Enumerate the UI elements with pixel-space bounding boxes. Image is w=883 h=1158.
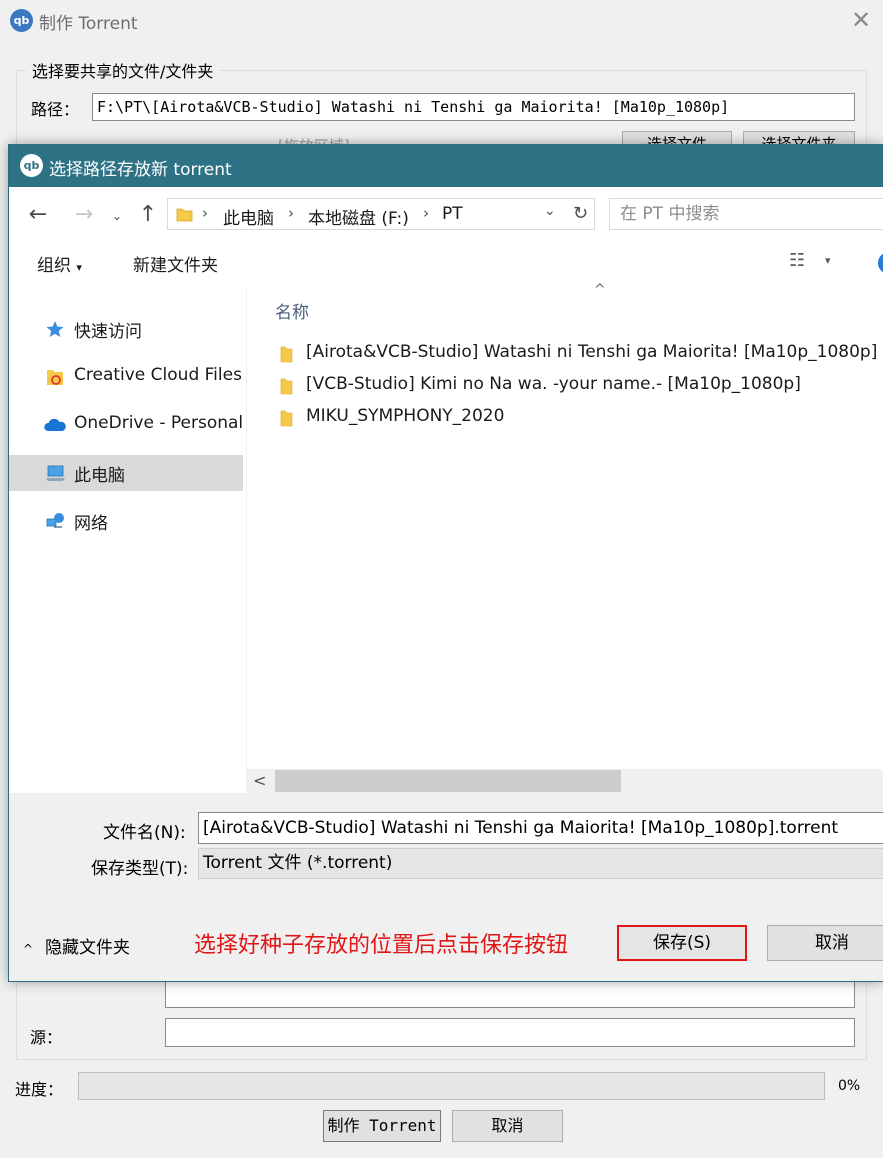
dialog-titlebar: qb 选择路径存放新 torrent	[9, 144, 883, 187]
file-list-pane: ^ 名称 [Airota&VCB-Studio] Watashi ni Tens…	[247, 282, 883, 793]
breadcrumb-separator: ›	[423, 204, 429, 222]
organize-label: 组织	[37, 256, 71, 276]
organize-caret-icon: ▾	[76, 261, 82, 274]
progress-bar	[78, 1072, 825, 1100]
instruction-annotation: 选择好种子存放的位置后点击保存按钮	[194, 933, 569, 958]
network-icon	[46, 513, 64, 528]
view-caret-icon[interactable]: ▾	[825, 254, 831, 267]
nav-item-quick-access[interactable]: 快速访问	[9, 311, 243, 347]
nav-label: 网络	[74, 514, 108, 534]
create-torrent-button[interactable]: 制作 Torrent	[323, 1110, 441, 1142]
star-icon	[46, 321, 64, 337]
file-list-item[interactable]: MIKU_SYMPHONY_2020	[275, 403, 883, 433]
file-name: [Airota&VCB-Studio] Watashi ni Tenshi ga…	[306, 342, 878, 362]
back-arrow-icon[interactable]: ←	[23, 201, 53, 229]
help-icon[interactable]	[878, 252, 883, 274]
filename-input[interactable]: [Airota&VCB-Studio] Watashi ni Tenshi ga…	[198, 812, 883, 844]
hide-folders-label: 隐藏文件夹	[45, 938, 130, 958]
filetype-select[interactable]: Torrent 文件 (*.torrent)	[198, 848, 883, 879]
source-input[interactable]	[165, 1018, 855, 1047]
web-seeds-textarea[interactable]	[165, 978, 855, 1008]
save-button[interactable]: 保存(S)	[617, 925, 747, 961]
hide-folders-toggle[interactable]: ^ 隐藏文件夹	[23, 933, 130, 958]
nav-label: 此电脑	[74, 466, 125, 486]
groupbox-title: 选择要共享的文件/文件夹	[26, 58, 220, 82]
folder-icon	[176, 208, 193, 222]
breadcrumb-local-disk[interactable]: 本地磁盘 (F:)	[308, 204, 409, 229]
scroll-left-arrow-icon[interactable]: <	[253, 771, 266, 790]
progress-label: 进度：	[15, 1080, 64, 1099]
folder-icon	[280, 378, 293, 395]
file-name: [VCB-Studio] Kimi no Na wa. -your name.-…	[306, 374, 801, 394]
navigation-pane: 快速访问 Creative Cloud Files OneDrive - Per…	[9, 288, 247, 793]
file-list-item[interactable]: [VCB-Studio] Kimi no Na wa. -your name.-…	[275, 371, 883, 401]
search-input[interactable]: 在 PT 中搜索	[609, 198, 883, 230]
filename-label: 文件名(N):	[103, 823, 186, 843]
path-input[interactable]: F:\PT\[Airota&VCB-Studio] Watashi ni Ten…	[92, 93, 855, 121]
qbittorrent-logo-icon: qb	[10, 9, 33, 32]
nav-item-onedrive[interactable]: OneDrive - Personal	[9, 407, 243, 443]
sort-ascending-icon: ^	[594, 282, 606, 298]
address-dropdown-chevron-icon[interactable]: ⌄	[544, 203, 556, 219]
progress-percent: 0%	[838, 1078, 861, 1094]
view-options-icon[interactable]: ☷	[789, 250, 805, 271]
nav-label: 快速访问	[74, 322, 142, 342]
breadcrumb-this-pc[interactable]: 此电脑	[223, 204, 274, 229]
nav-label: Creative Cloud Files	[74, 365, 242, 385]
recent-locations-chevron-icon[interactable]: ⌄	[108, 202, 126, 230]
new-folder-button[interactable]: 新建文件夹	[133, 251, 218, 276]
window-titlebar: qb 制作 Torrent ✕	[0, 0, 883, 42]
save-torrent-dialog: qb 选择路径存放新 torrent ← → ⌄ ↑ › 此电脑 › 本地磁盘 …	[8, 144, 883, 982]
refresh-icon[interactable]: ↻	[567, 198, 595, 230]
breadcrumb-pt[interactable]: PT	[442, 204, 463, 224]
folder-icon	[280, 410, 293, 427]
column-header-name[interactable]: 名称	[275, 298, 309, 323]
breadcrumb-separator: ›	[288, 204, 294, 222]
horizontal-scrollbar[interactable]: <	[247, 769, 883, 793]
nav-label: OneDrive - Personal	[74, 413, 244, 433]
dialog-toolbar: 组织 ▾ 新建文件夹 ☷ ▾	[9, 242, 883, 286]
chevron-up-icon: ^	[23, 942, 34, 956]
file-name: MIKU_SYMPHONY_2020	[306, 406, 505, 426]
cancel-create-button[interactable]: 取消	[452, 1110, 563, 1142]
computer-icon	[46, 465, 65, 481]
filetype-label: 保存类型(T):	[91, 859, 189, 879]
source-label: 源：	[30, 1028, 63, 1047]
scrollbar-thumb[interactable]	[275, 770, 621, 792]
path-label: 路径：	[31, 100, 80, 119]
dialog-title: 选择路径存放新 torrent	[49, 160, 232, 180]
nav-item-this-pc[interactable]: 此电脑	[9, 455, 243, 491]
up-arrow-icon[interactable]: ↑	[134, 201, 162, 229]
breadcrumb-separator: ›	[202, 204, 208, 222]
address-bar[interactable]: › 此电脑 › 本地磁盘 (F:) › PT ⌄	[167, 198, 569, 230]
close-icon[interactable]: ✕	[848, 6, 874, 34]
file-list-item[interactable]: [Airota&VCB-Studio] Watashi ni Tenshi ga…	[275, 339, 883, 369]
dialog-footer: 文件名(N): [Airota&VCB-Studio] Watashi ni T…	[9, 793, 883, 981]
creative-cloud-folder-icon	[47, 370, 63, 385]
folder-icon	[280, 346, 293, 363]
nav-item-creative-cloud[interactable]: Creative Cloud Files	[9, 359, 243, 395]
onedrive-cloud-icon	[44, 418, 66, 431]
nav-item-network[interactable]: 网络	[9, 503, 243, 539]
qbittorrent-logo-icon: qb	[20, 154, 43, 177]
organize-button[interactable]: 组织 ▾	[37, 251, 82, 276]
forward-arrow-icon[interactable]: →	[69, 201, 99, 229]
cancel-button[interactable]: 取消	[767, 925, 883, 961]
window-title: 制作 Torrent	[39, 14, 138, 34]
